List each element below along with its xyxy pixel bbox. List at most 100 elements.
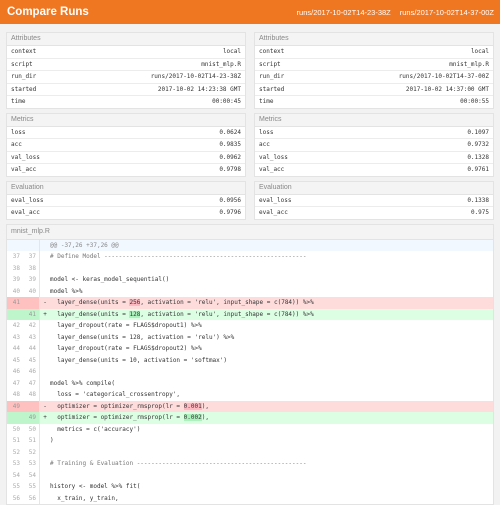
diff-marker	[40, 378, 50, 390]
attributes-table: contextlocalscriptmnist_mlp.Rrun_dirruns…	[255, 46, 493, 108]
changed-token: 128	[129, 311, 140, 318]
code-text: @@ -37,26 +37,26 @@	[50, 240, 493, 252]
table-row: run_dirruns/2017-10-02T14-37-00Z	[255, 71, 493, 84]
code-segment: , activation = 'relu', input_shape = c(7…	[140, 311, 313, 318]
code-text	[50, 447, 493, 459]
diff-line: 4848 loss = 'categorical_crossentropy',	[7, 389, 493, 401]
row-value: 0.9798	[139, 164, 245, 176]
row-key: eval_loss	[7, 195, 144, 207]
row-value: 00:00:45	[67, 96, 245, 108]
new-line-number: 48	[23, 389, 40, 401]
diff-line: 5252	[7, 447, 493, 459]
code-text: loss = 'categorical_crossentropy',	[50, 389, 493, 401]
panel-title: Metrics	[7, 114, 245, 127]
table-row: eval_loss0.1338	[255, 195, 493, 207]
new-line-number: 42	[23, 320, 40, 332]
diff-marker	[40, 263, 50, 275]
diff-line: 4545 layer_dense(units = 10, activation …	[7, 355, 493, 367]
row-value: 0.1328	[387, 151, 493, 164]
row-value: 0.9835	[139, 139, 245, 152]
attributes-table: contextlocalscriptmnist_mlp.Rrun_dirruns…	[7, 46, 245, 108]
diff-marker	[40, 320, 50, 332]
table-row: val_loss0.0962	[7, 151, 245, 164]
row-value: 0.1338	[392, 195, 493, 207]
table-row: eval_acc0.975	[255, 207, 493, 219]
old-line-number: 41	[7, 297, 23, 309]
row-value: 2017-10-02 14:23:38 GMT	[67, 83, 245, 96]
old-line-number: 50	[7, 424, 23, 436]
run-a-id[interactable]: runs/2017-10-02T14-23-38Z	[297, 8, 391, 17]
new-line-number: 56	[23, 493, 40, 505]
row-key: loss	[7, 127, 139, 139]
old-line-number	[7, 240, 23, 252]
old-line-number: 43	[7, 332, 23, 344]
row-key: run_dir	[255, 71, 315, 84]
row-key: started	[255, 83, 315, 96]
code-text: layer_dropout(rate = FLAGS$dropout1) %>%	[50, 320, 493, 332]
diff-line: 4242 layer_dropout(rate = FLAGS$dropout1…	[7, 320, 493, 332]
diff-line: 3939model <- keras_model_sequential()	[7, 274, 493, 286]
table-row: contextlocal	[7, 46, 245, 58]
old-line-number: 47	[7, 378, 23, 390]
new-line-number: 51	[23, 435, 40, 447]
row-value: 0.975	[392, 207, 493, 219]
table-row: val_acc0.9761	[255, 164, 493, 176]
code-segment: optimizer = optimizer_rmsprop(lr =	[50, 414, 184, 421]
code-text: layer_dense(units = 128, activation = 'r…	[50, 309, 493, 321]
diff-marker	[40, 493, 50, 505]
table-row: started2017-10-02 14:37:00 GMT	[255, 83, 493, 96]
evaluation-panel: Evaluationeval_loss0.1338eval_acc0.975	[254, 181, 494, 220]
panel-title: Attributes	[255, 33, 493, 46]
table-row: acc0.9835	[7, 139, 245, 152]
new-line-number: 41	[23, 309, 40, 321]
row-value: local	[67, 46, 245, 58]
row-key: time	[7, 96, 67, 108]
diff-line: 5454	[7, 470, 493, 482]
table-row: scriptmnist_mlp.R	[255, 58, 493, 71]
diff-marker	[40, 458, 50, 470]
row-key: acc	[7, 139, 139, 152]
metrics-table: loss0.1097acc0.9732val_loss0.1328val_acc…	[255, 127, 493, 176]
code-text: layer_dense(units = 128, activation = 'r…	[50, 332, 493, 344]
old-line-number: 45	[7, 355, 23, 367]
attributes-panel: Attributescontextlocalscriptmnist_mlp.Rr…	[254, 32, 494, 109]
diff-hunk-header: @@ -37,26 +37,26 @@	[7, 240, 493, 252]
code-text: x_train, y_train,	[50, 493, 493, 505]
diff-line: 4343 layer_dense(units = 128, activation…	[7, 332, 493, 344]
new-line-number: 49	[23, 412, 40, 424]
new-line-number: 53	[23, 458, 40, 470]
diff-marker: -	[40, 401, 50, 413]
row-value: 0.0962	[139, 151, 245, 164]
table-row: eval_acc0.9796	[7, 207, 245, 219]
panel-title: Evaluation	[255, 182, 493, 195]
old-line-number: 53	[7, 458, 23, 470]
code-text: # Define Model -------------------------…	[50, 251, 493, 263]
diff-marker	[40, 343, 50, 355]
new-line-number: 37	[23, 251, 40, 263]
table-row: loss0.1097	[255, 127, 493, 139]
row-value: mnist_mlp.R	[67, 58, 245, 71]
new-line-number: 55	[23, 481, 40, 493]
diff-line: 4646	[7, 366, 493, 378]
new-line-number: 47	[23, 378, 40, 390]
new-line-number: 54	[23, 470, 40, 482]
evaluation-panel: Evaluationeval_loss0.0956eval_acc0.9796	[6, 181, 246, 220]
diff-marker	[40, 470, 50, 482]
run-b-id[interactable]: runs/2017-10-02T14-37-00Z	[400, 8, 494, 17]
new-line-number: 50	[23, 424, 40, 436]
diff-line: 5353# Training & Evaluation ------------…	[7, 458, 493, 470]
table-row: loss0.0624	[7, 127, 245, 139]
row-value: local	[315, 46, 493, 58]
table-row: started2017-10-02 14:23:38 GMT	[7, 83, 245, 96]
code-segment: layer_dense(units =	[50, 299, 129, 306]
row-key: val_acc	[7, 164, 139, 176]
diff-line: 3737# Define Model ---------------------…	[7, 251, 493, 263]
top-bar: Compare Runs runs/2017-10-02T14-23-38Z r…	[0, 0, 500, 24]
diff-marker	[40, 332, 50, 344]
row-value: runs/2017-10-02T14-37-00Z	[315, 71, 493, 84]
old-line-number: 38	[7, 263, 23, 275]
table-row: run_dirruns/2017-10-02T14-23-38Z	[7, 71, 245, 84]
code-text: model %>% compile(	[50, 378, 493, 390]
diff-marker	[40, 366, 50, 378]
source-diff: mnist_mlp.R @@ -37,26 +37,26 @@3737# Def…	[6, 224, 494, 505]
